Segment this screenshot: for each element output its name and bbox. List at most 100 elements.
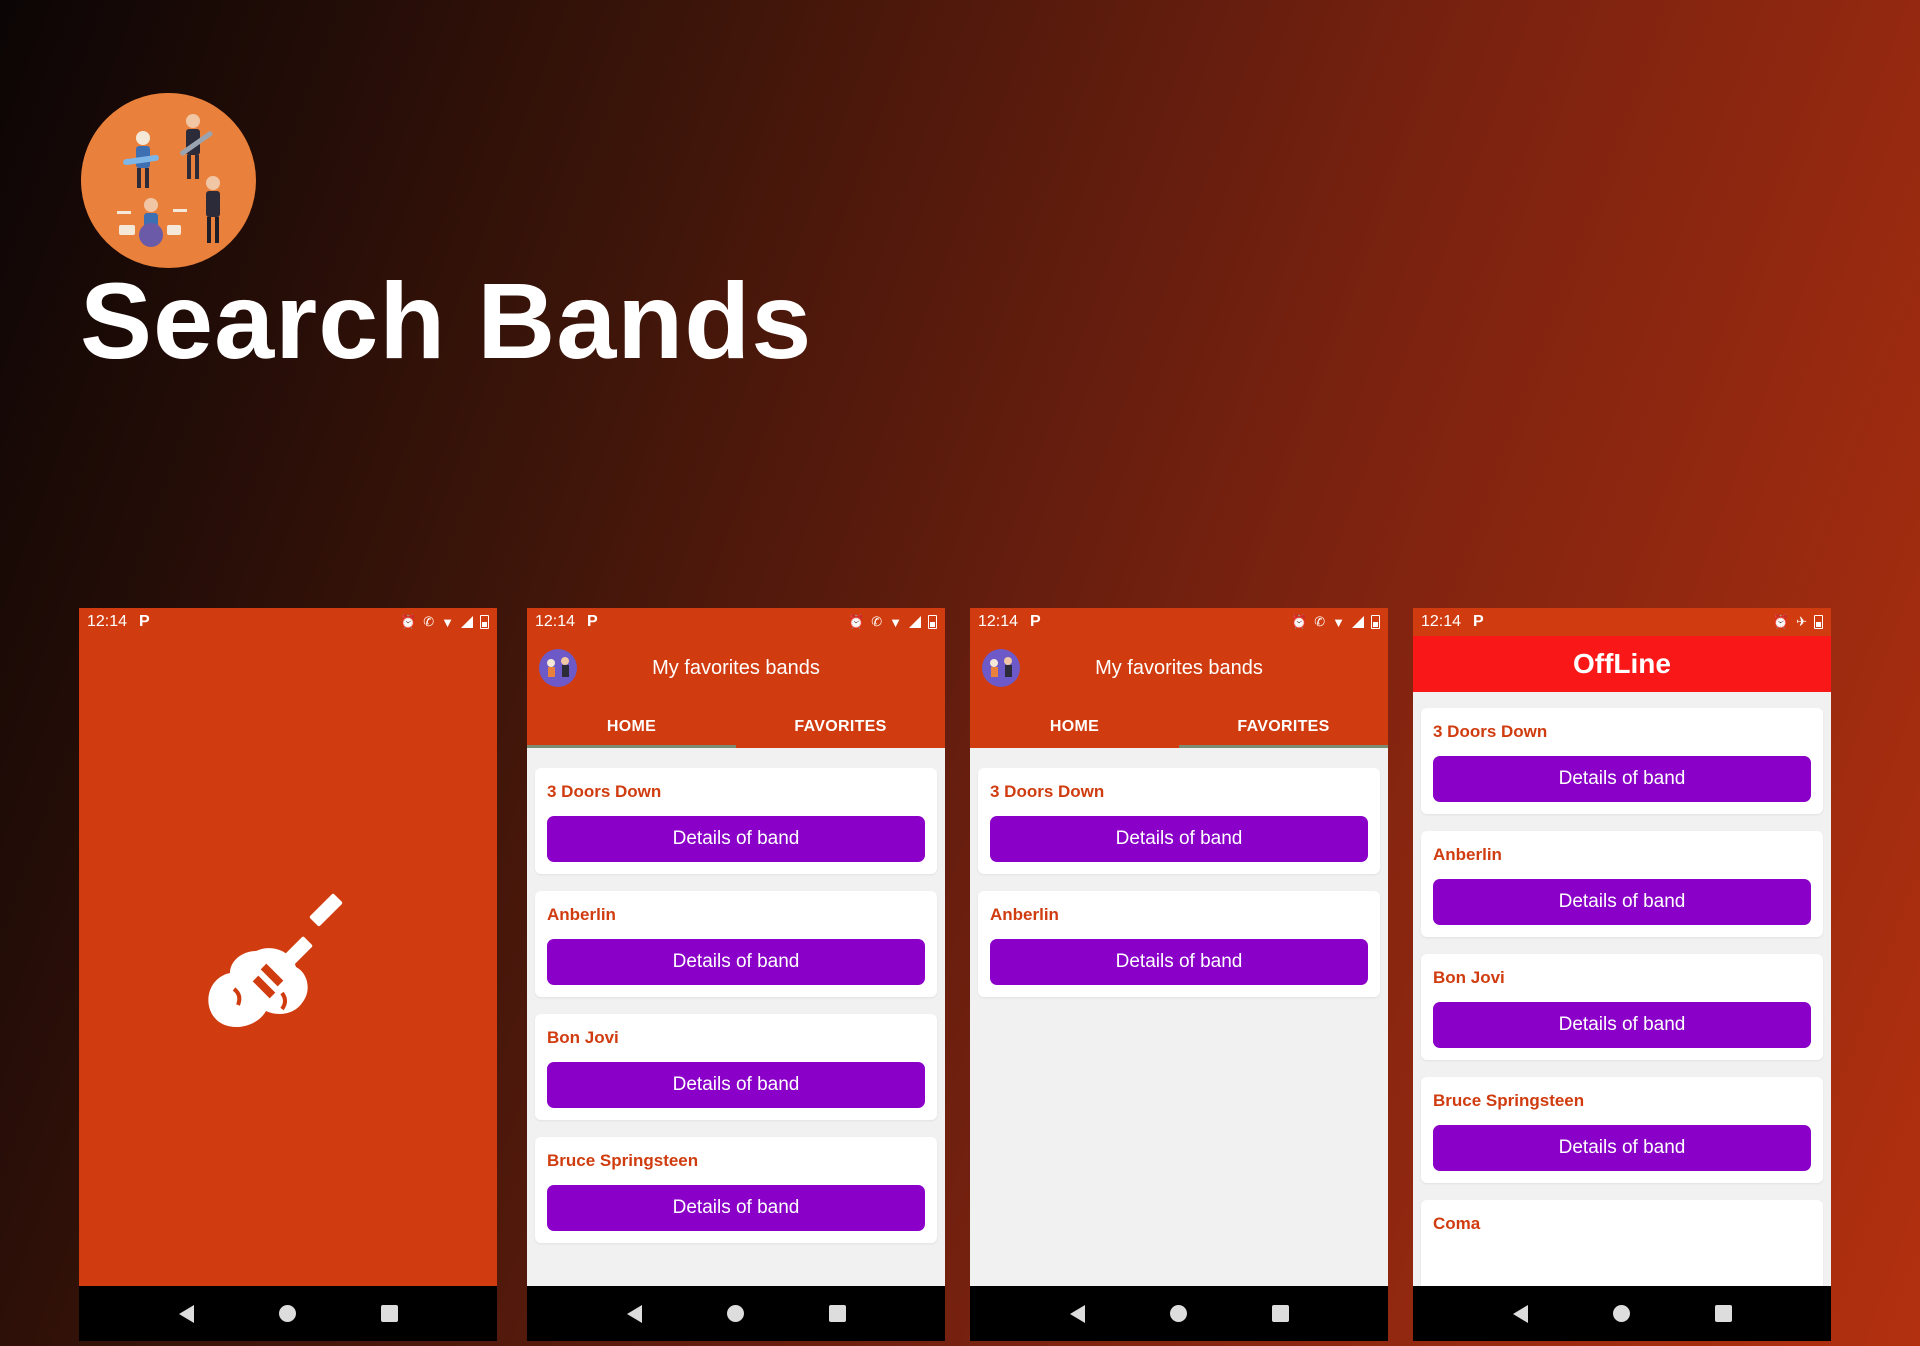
home-icon[interactable] <box>1612 1305 1630 1322</box>
back-icon[interactable] <box>626 1304 642 1323</box>
details-button[interactable]: Details of band <box>547 816 925 862</box>
band-card: Anberlin Details of band <box>978 891 1380 997</box>
status-time: 12:14 <box>978 613 1019 630</box>
battery-icon <box>1814 615 1823 629</box>
details-button[interactable]: Details of band <box>547 1185 925 1231</box>
home-icon[interactable] <box>1169 1305 1187 1322</box>
guitar-icon <box>208 893 343 1028</box>
band-name: Bon Jovi <box>547 1028 619 1047</box>
band-name: Coma <box>1433 1214 1481 1233</box>
band-name: 3 Doors Down <box>990 782 1105 801</box>
wifi-icon: ▼ <box>441 614 454 630</box>
system-nav-bar <box>527 1286 945 1341</box>
offline-title: OffLine <box>1413 636 1831 692</box>
status-bar: 12:14 P ⏰ ✆ ▼ <box>79 608 497 636</box>
wifi-icon: ▼ <box>1332 614 1345 630</box>
band-card: 3 Doors Down Details of band <box>535 768 937 874</box>
band-name: Anberlin <box>1433 845 1502 864</box>
details-button[interactable]: Details of band <box>547 1062 925 1108</box>
band-card: Coma <box>1421 1200 1823 1296</box>
band-card: Bruce Springsteen Details of band <box>1421 1077 1823 1183</box>
status-bar: 12:14 P ⏰ ✆ ▼ <box>527 608 945 636</box>
system-nav-bar <box>79 1286 497 1341</box>
band-name: Bruce Springsteen <box>1433 1091 1585 1110</box>
details-button[interactable]: Details of band <box>1433 879 1811 925</box>
phone-favorites: 12:14 P ⏰ ✆ ▼ My favorites bands HOME FA… <box>970 608 1388 1341</box>
alarm-icon: ⏰ <box>1772 614 1790 629</box>
band-name: Anberlin <box>547 905 616 924</box>
parking-icon: P <box>1473 613 1484 630</box>
signal-icon <box>461 616 473 628</box>
app-title: My favorites bands <box>1095 657 1263 679</box>
band-card: Anberlin Details of band <box>1421 831 1823 937</box>
band-name: 3 Doors Down <box>1433 722 1548 741</box>
signal-icon <box>1352 616 1364 628</box>
home-icon[interactable] <box>726 1305 744 1322</box>
page-title: Search Bands <box>80 260 813 381</box>
details-button[interactable]: Details of band <box>990 939 1368 985</box>
details-button[interactable]: Details of band <box>1433 756 1811 802</box>
battery-icon <box>1371 615 1380 629</box>
details-button[interactable]: Details of band <box>990 816 1368 862</box>
recents-icon[interactable] <box>828 1305 846 1322</box>
band-card: Bon Jovi Details of band <box>1421 954 1823 1060</box>
recents-icon[interactable] <box>1271 1305 1289 1322</box>
parking-icon: P <box>587 613 598 630</box>
back-icon[interactable] <box>178 1304 194 1323</box>
parking-icon: P <box>1030 613 1041 630</box>
alarm-icon: ⏰ <box>848 614 865 629</box>
parking-icon: P <box>139 613 150 630</box>
call-icon: ✆ <box>871 614 883 629</box>
details-button[interactable]: Details of band <box>547 939 925 985</box>
band-name: Bon Jovi <box>1433 968 1505 987</box>
recents-icon[interactable] <box>380 1305 398 1322</box>
band-name: Bruce Springsteen <box>547 1151 699 1170</box>
status-time: 12:14 <box>87 613 128 630</box>
system-nav-bar <box>970 1286 1388 1341</box>
app-bar: My favorites bands HOME FAVORITES <box>970 636 1388 748</box>
status-bar: 12:14 P ⏰ ✈ <box>1413 608 1831 636</box>
app-bar: My favorites bands HOME FAVORITES <box>527 636 945 748</box>
airplane-icon: ✈ <box>1796 614 1807 629</box>
system-nav-bar <box>1413 1286 1831 1341</box>
details-button[interactable]: Details of band <box>1433 1002 1811 1048</box>
phone-home: 12:14 P ⏰ ✆ ▼ My favorites bands HOME FA… <box>527 608 945 1341</box>
status-bar: 12:14 P ⏰ ✆ ▼ <box>970 608 1388 636</box>
alarm-icon: ⏰ <box>400 614 417 629</box>
signal-icon <box>909 616 921 628</box>
home-icon[interactable] <box>278 1305 296 1322</box>
band-card: 3 Doors Down Details of band <box>978 768 1380 874</box>
call-icon: ✆ <box>423 614 435 629</box>
status-time: 12:14 <box>1421 613 1462 630</box>
band-name: Anberlin <box>990 905 1059 924</box>
status-time: 12:14 <box>535 613 576 630</box>
tab-bar: HOME FAVORITES <box>970 714 1388 748</box>
recents-icon[interactable] <box>1714 1305 1732 1322</box>
details-button[interactable]: Details of band <box>1433 1125 1811 1171</box>
band-list: 3 Doors Down Details of band Anberlin De… <box>535 768 937 1260</box>
call-icon: ✆ <box>1314 614 1326 629</box>
band-card: Bruce Springsteen Details of band <box>535 1137 937 1243</box>
band-card: 3 Doors Down Details of band <box>1421 708 1823 814</box>
band-card: Anberlin Details of band <box>535 891 937 997</box>
app-title: My favorites bands <box>652 657 820 679</box>
back-icon[interactable] <box>1512 1304 1528 1323</box>
tab-favorites[interactable]: FAVORITES <box>736 714 945 748</box>
phone-splash: 12:14 P ⏰ ✆ ▼ <box>79 608 497 1341</box>
battery-icon <box>928 615 937 629</box>
tab-bar: HOME FAVORITES <box>527 714 945 748</box>
wifi-icon: ▼ <box>889 614 902 630</box>
offline-band-list: 3 Doors Down Details of band Anberlin De… <box>1421 708 1823 1296</box>
band-card: Bon Jovi Details of band <box>535 1014 937 1120</box>
tab-home[interactable]: HOME <box>970 714 1179 748</box>
phone-offline: 12:14 P ⏰ ✈ OffLine 3 Doors Down Details… <box>1413 608 1831 1341</box>
alarm-icon: ⏰ <box>1291 614 1308 629</box>
back-icon[interactable] <box>1069 1304 1085 1323</box>
band-name: 3 Doors Down <box>547 782 662 801</box>
app-logo <box>81 93 256 268</box>
band-musicians-icon <box>81 93 255 267</box>
tab-favorites[interactable]: FAVORITES <box>1179 714 1388 748</box>
battery-icon <box>480 615 489 629</box>
tab-home[interactable]: HOME <box>527 714 736 748</box>
favorites-list: 3 Doors Down Details of band Anberlin De… <box>978 768 1380 1014</box>
